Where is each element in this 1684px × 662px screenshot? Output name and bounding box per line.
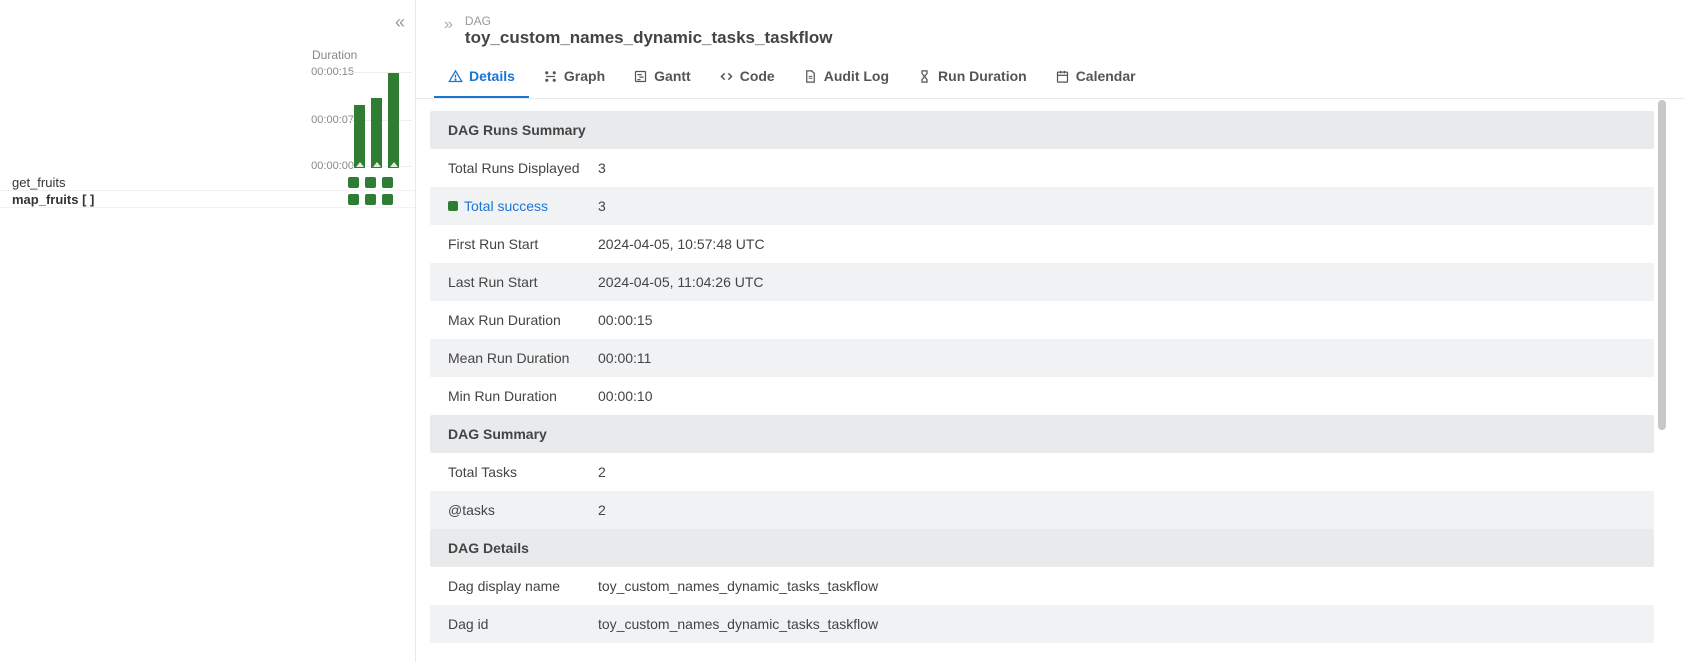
breadcrumb: » DAG toy_custom_names_dynamic_tasks_tas… (416, 0, 1684, 56)
tab-label: Audit Log (824, 68, 889, 84)
row-label: Min Run Duration (448, 388, 598, 404)
hourglass-icon (917, 69, 932, 84)
tab-details[interactable]: Details (434, 56, 529, 98)
task-row[interactable]: get_fruits (0, 174, 415, 191)
section-header: DAG Details (430, 529, 1654, 567)
status-dot[interactable] (348, 177, 359, 188)
breadcrumb-label: DAG (465, 14, 833, 28)
gantt-icon (633, 69, 648, 84)
row-label: First Run Start (448, 236, 598, 252)
summary-row: Total Tasks 2 (430, 453, 1654, 491)
tab-label: Calendar (1076, 68, 1136, 84)
code-icon (719, 69, 734, 84)
row-label: Total Runs Displayed (448, 160, 598, 176)
scrollbar-thumb[interactable] (1658, 100, 1666, 430)
tab-graph[interactable]: Graph (529, 56, 619, 98)
row-value: 2 (598, 502, 606, 518)
tab-label: Gantt (654, 68, 691, 84)
task-row[interactable]: map_fruits [ ] (0, 191, 415, 208)
collapse-sidebar-button[interactable]: « (395, 12, 405, 33)
y-tick: 00:00:00 (311, 160, 354, 172)
tab-label: Run Duration (938, 68, 1027, 84)
page-title: toy_custom_names_dynamic_tasks_taskflow (465, 28, 833, 48)
row-value: 3 (598, 160, 606, 176)
row-label: Last Run Start (448, 274, 598, 290)
summary-row: Max Run Duration 00:00:15 (430, 301, 1654, 339)
row-label: Total Tasks (448, 464, 598, 480)
summary-row: @tasks 2 (430, 491, 1654, 529)
tab-code[interactable]: Code (705, 56, 789, 98)
summary-row: Min Run Duration 00:00:10 (430, 377, 1654, 415)
row-label: Dag display name (448, 578, 598, 594)
row-value: toy_custom_names_dynamic_tasks_taskflow (598, 616, 878, 632)
row-label: @tasks (448, 502, 598, 518)
row-value: 2024-04-05, 11:04:26 UTC (598, 274, 764, 290)
section-header: DAG Summary (430, 415, 1654, 453)
tab-calendar[interactable]: Calendar (1041, 56, 1150, 98)
tab-label: Details (469, 68, 515, 84)
row-value: toy_custom_names_dynamic_tasks_taskflow (598, 578, 878, 594)
y-tick: 00:00:15 (311, 66, 354, 78)
detail-row: Dag id toy_custom_names_dynamic_tasks_ta… (430, 605, 1654, 643)
row-value: 2024-04-05, 10:57:48 UTC (598, 236, 765, 252)
bars (354, 68, 399, 168)
row-value: 00:00:11 (598, 350, 651, 366)
task-name: map_fruits [ ] (12, 192, 348, 207)
task-list: get_fruits map_fruits [ ] (0, 174, 415, 208)
y-tick: 00:00:07 (311, 114, 354, 126)
file-icon (803, 69, 818, 84)
row-value: 3 (598, 198, 606, 214)
tab-run-duration[interactable]: Run Duration (903, 56, 1041, 98)
detail-row: Dag display name toy_custom_names_dynami… (430, 567, 1654, 605)
summary-row: Total success 3 (430, 187, 1654, 225)
summary-row: Mean Run Duration 00:00:11 (430, 339, 1654, 377)
row-label: Mean Run Duration (448, 350, 598, 366)
row-value: 00:00:10 (598, 388, 653, 404)
warning-icon (448, 69, 463, 84)
summary-row: Last Run Start 2024-04-05, 11:04:26 UTC (430, 263, 1654, 301)
tab-label: Code (740, 68, 775, 84)
tabs: Details Graph Gantt Code Audit Log Run D… (416, 56, 1684, 99)
bar-run[interactable] (371, 98, 382, 168)
main-content: » DAG toy_custom_names_dynamic_tasks_tas… (416, 0, 1684, 662)
details-content: DAG Runs Summary Total Runs Displayed 3 … (416, 99, 1684, 662)
row-value: 2 (598, 464, 606, 480)
status-dot[interactable] (348, 194, 359, 205)
expand-sidebar-button[interactable]: » (444, 16, 453, 34)
success-dot (448, 201, 458, 211)
tab-label: Graph (564, 68, 605, 84)
task-name: get_fruits (12, 175, 348, 190)
status-dot[interactable] (382, 194, 393, 205)
total-success-link[interactable]: Total success (464, 198, 548, 214)
tab-gantt[interactable]: Gantt (619, 56, 705, 98)
row-label: Total success (448, 198, 598, 214)
section-header: DAG Runs Summary (430, 111, 1654, 149)
duration-label: Duration (312, 48, 357, 62)
row-value: 00:00:15 (598, 312, 653, 328)
row-label: Max Run Duration (448, 312, 598, 328)
row-label: Dag id (448, 616, 598, 632)
graph-icon (543, 69, 558, 84)
duration-chart: 00:00:15 00:00:07 00:00:00 (310, 68, 406, 168)
tab-audit-log[interactable]: Audit Log (789, 56, 903, 98)
calendar-icon (1055, 69, 1070, 84)
bar-run[interactable] (354, 105, 365, 168)
sidebar: « Duration 00:00:15 00:00:07 00:00:00 ge… (0, 0, 416, 662)
summary-row: Total Runs Displayed 3 (430, 149, 1654, 187)
status-dot[interactable] (382, 177, 393, 188)
summary-row: First Run Start 2024-04-05, 10:57:48 UTC (430, 225, 1654, 263)
status-dot[interactable] (365, 194, 376, 205)
bar-run[interactable] (388, 73, 399, 168)
status-dot[interactable] (365, 177, 376, 188)
